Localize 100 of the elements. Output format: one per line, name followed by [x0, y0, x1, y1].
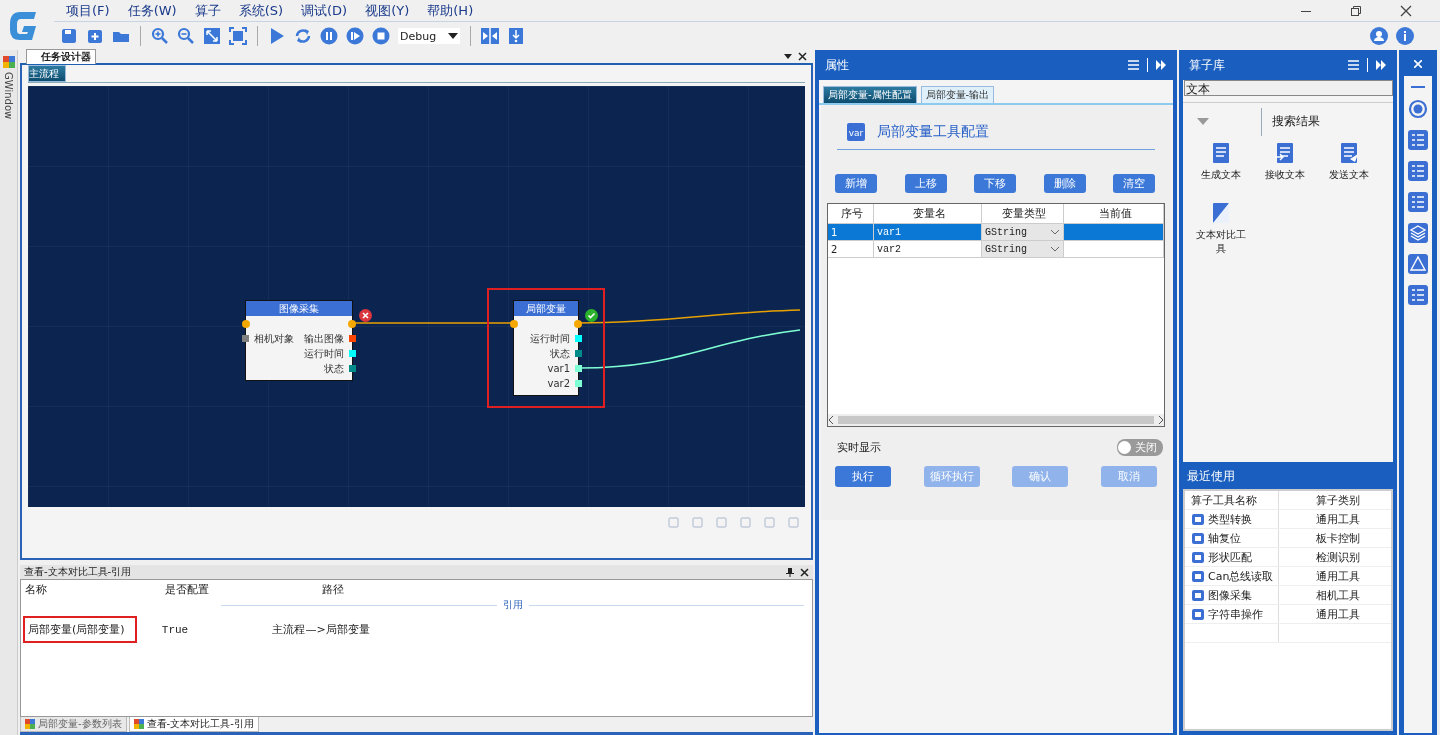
table-cell[interactable]: 字符串操作: [1208, 606, 1263, 622]
table-cell[interactable]: Can总线读取: [1208, 568, 1274, 584]
column-header[interactable]: 变量类型: [982, 204, 1064, 223]
document-tab[interactable]: 任务设计器: [26, 49, 96, 64]
panel-tab[interactable]: 查看-文本对比工具-引用: [128, 717, 259, 732]
menu-item[interactable]: 调试(D): [301, 1, 348, 20]
search-field[interactable]: 文本: [1184, 80, 1393, 96]
menu-item[interactable]: 算子: [194, 1, 221, 20]
column-header[interactable]: 变量名: [874, 204, 982, 223]
column-header[interactable]: 路径: [221, 581, 441, 597]
info-icon[interactable]: [1396, 27, 1414, 45]
warning-icon[interactable]: [1407, 253, 1429, 275]
zoom-out-icon[interactable]: [177, 27, 195, 45]
table-cell[interactable]: 形状匹配: [1208, 549, 1252, 565]
stop-icon[interactable]: [372, 27, 390, 45]
node-title: 图像采集: [246, 301, 352, 316]
output-port[interactable]: [348, 320, 356, 328]
mode-dropdown[interactable]: Debug: [398, 28, 460, 44]
restore-icon[interactable]: [1350, 4, 1362, 17]
split-icon[interactable]: [481, 27, 499, 45]
table-cell-text: 通用工具: [1315, 511, 1361, 528]
close-icon[interactable]: [1400, 4, 1412, 17]
table-row[interactable]: 2 var2 GString: [828, 241, 1164, 258]
close-icon[interactable]: [800, 567, 809, 577]
menu-item[interactable]: 帮助(H): [427, 1, 474, 20]
menu-item[interactable]: 项目(F): [66, 1, 110, 20]
column-header[interactable]: 算子工具名称: [1185, 491, 1279, 509]
results-label: 搜索结果: [1272, 113, 1320, 130]
play-icon[interactable]: [268, 27, 286, 45]
table-cell: 1: [828, 224, 874, 240]
port-label: 状态: [550, 346, 570, 361]
loop-icon[interactable]: [294, 27, 312, 45]
table-row[interactable]: 1 var1 GString: [828, 224, 1164, 241]
document-compare-icon[interactable]: [1211, 202, 1231, 224]
tool-label: 发送文本: [1328, 168, 1370, 182]
action-button[interactable]: 执行: [835, 466, 891, 487]
panel-title: 查看-文本对比工具-引用: [24, 565, 132, 579]
pause-icon[interactable]: [320, 27, 338, 45]
menu-item[interactable]: 系统(S): [238, 1, 284, 20]
action-button[interactable]: 清空: [1113, 174, 1155, 193]
type-dropdown[interactable]: GString: [982, 241, 1064, 257]
document-receive-icon[interactable]: [1275, 142, 1295, 164]
column-header[interactable]: 名称: [21, 581, 149, 597]
table-cell[interactable]: 轴复位: [1208, 530, 1241, 546]
dropdown-icon[interactable]: [784, 54, 792, 59]
download-icon[interactable]: [507, 27, 525, 45]
caret-icon: [1051, 246, 1059, 252]
type-dropdown[interactable]: GString: [982, 224, 1064, 240]
panel-tab[interactable]: 局部变量-参数列表: [20, 717, 127, 732]
output-port[interactable]: [574, 320, 582, 328]
action-button[interactable]: 新增: [835, 174, 877, 193]
horizontal-scrollbar[interactable]: [828, 414, 1164, 426]
column-header[interactable]: 当前值: [1064, 204, 1164, 223]
property-tab[interactable]: 局部变量-属性配置: [823, 86, 917, 103]
forward-icon[interactable]: [1376, 60, 1387, 70]
pin-icon[interactable]: [786, 567, 794, 577]
column-header[interactable]: 是否配置: [149, 581, 221, 597]
group-header: 引用: [496, 599, 529, 610]
column-header[interactable]: 序号: [828, 204, 874, 223]
caret-icon: [448, 33, 458, 39]
close-icon[interactable]: [798, 52, 807, 61]
document-icon[interactable]: [1211, 142, 1231, 164]
action-button[interactable]: 上移: [904, 174, 947, 193]
table-cell-text: 通用工具: [1315, 568, 1361, 585]
action-button[interactable]: 删除: [1043, 174, 1086, 193]
input-port[interactable]: [242, 335, 249, 342]
collapse-icon[interactable]: [1197, 118, 1209, 125]
new-icon[interactable]: [86, 27, 104, 45]
layers-icon[interactable]: [1407, 222, 1429, 244]
flow-tab[interactable]: 主流程: [28, 65, 66, 82]
port-label: 输出图像: [304, 331, 344, 346]
save-icon[interactable]: [60, 27, 78, 45]
property-tab[interactable]: 局部变量-输出: [920, 86, 995, 103]
menu-icon[interactable]: [1128, 60, 1139, 70]
table-cell[interactable]: 类型转换: [1208, 511, 1252, 527]
fit-icon[interactable]: [203, 27, 221, 45]
table-cell[interactable]: 图像采集: [1208, 587, 1252, 603]
input-port[interactable]: [510, 320, 518, 328]
action-button[interactable]: 下移: [974, 174, 1016, 193]
fullscreen-icon[interactable]: [229, 27, 247, 45]
port-label: 状态: [324, 361, 344, 376]
menu-item[interactable]: 任务(W): [127, 1, 177, 20]
table-cell-text: 主流程—>局部变量: [271, 622, 371, 637]
tool-icon: [1191, 512, 1205, 526]
port-label: var2: [547, 378, 570, 389]
window-icon: [2, 56, 15, 68]
user-icon[interactable]: [1370, 27, 1388, 45]
side-tab[interactable]: GWindow: [3, 72, 14, 120]
tool-label: 文本对比工具: [1195, 228, 1247, 256]
input-port[interactable]: [242, 320, 250, 328]
column-header[interactable]: 算子类别: [1279, 491, 1391, 509]
minimize-icon[interactable]: [1411, 86, 1425, 89]
zoom-in-icon[interactable]: [151, 27, 169, 45]
forward-icon[interactable]: [1156, 60, 1167, 70]
menu-icon[interactable]: [1348, 60, 1359, 70]
list-icon[interactable]: [1407, 284, 1429, 306]
document-send-icon[interactable]: [1339, 142, 1359, 164]
tool-label: 接收文本: [1264, 168, 1306, 182]
step-icon[interactable]: [346, 27, 364, 45]
menu-item[interactable]: 视图(Y): [365, 1, 410, 20]
